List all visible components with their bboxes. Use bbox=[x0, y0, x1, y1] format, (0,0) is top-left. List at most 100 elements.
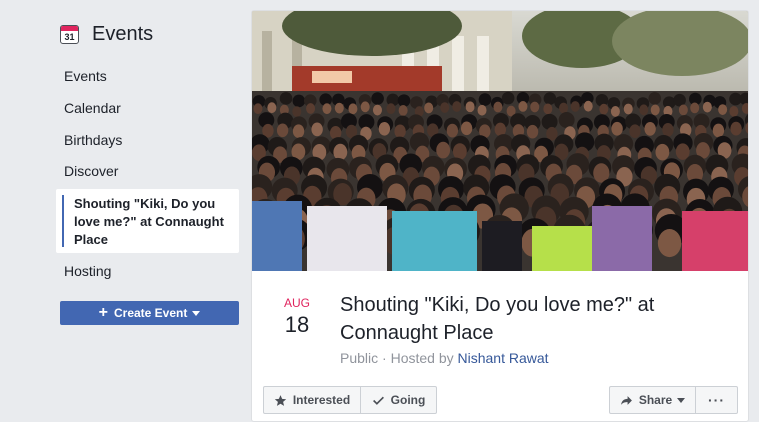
crowd-face bbox=[675, 143, 690, 160]
going-label: Going bbox=[390, 393, 426, 407]
crowd-face bbox=[306, 103, 316, 114]
event-title: Shouting "Kiki, Do you love me?" at Conn… bbox=[340, 294, 655, 344]
event-host-link[interactable]: Nishant Rawat bbox=[458, 350, 549, 366]
crowd-face bbox=[394, 124, 406, 139]
sidebar-title: Events bbox=[92, 22, 154, 45]
sidebar-item-discover[interactable]: Discover bbox=[64, 161, 118, 181]
event-meta: Public · Hosted by Nishant Rawat bbox=[340, 350, 549, 366]
share-label: Share bbox=[638, 393, 673, 407]
interested-button[interactable]: Interested bbox=[263, 386, 361, 414]
crowd-face bbox=[360, 101, 370, 113]
crowd-face bbox=[543, 103, 553, 115]
crowd-hair bbox=[397, 94, 411, 107]
event-cover-photo[interactable] bbox=[252, 11, 748, 271]
crowd-face bbox=[452, 101, 462, 112]
crowd-face bbox=[657, 229, 682, 258]
crowd-face bbox=[729, 105, 739, 117]
crowd-hair bbox=[558, 112, 575, 128]
crowd-face bbox=[629, 124, 641, 139]
crowd-face bbox=[493, 101, 503, 113]
chevron-down-icon bbox=[192, 310, 201, 316]
active-indicator bbox=[62, 195, 64, 247]
crowd-face bbox=[292, 106, 302, 118]
crowd-face bbox=[690, 102, 700, 114]
sidebar: 31 Events Events Calendar Birthdays Disc… bbox=[0, 0, 250, 422]
crowd-face bbox=[610, 106, 620, 117]
hosted-by-prefix: · Hosted by bbox=[378, 350, 458, 366]
more-icon: ··· bbox=[708, 392, 725, 408]
crowd-hair bbox=[541, 113, 558, 130]
crowd-face bbox=[465, 101, 475, 113]
crowd-face bbox=[530, 101, 540, 113]
event-privacy: Public bbox=[340, 350, 379, 366]
create-event-label: Create Event bbox=[113, 306, 188, 320]
crowd-face bbox=[460, 121, 473, 136]
sidebar-header: 31 Events bbox=[60, 22, 153, 46]
crowd-face bbox=[378, 121, 391, 136]
sidebar-item-active-event-label: Shouting "Kiki, Do you love me?" at Conn… bbox=[74, 196, 224, 247]
event-date-month: AUG bbox=[283, 296, 310, 310]
calendar-icon: 31 bbox=[60, 24, 79, 44]
crowd-face bbox=[477, 104, 487, 116]
crowd-face bbox=[611, 121, 623, 136]
crowd-face bbox=[267, 102, 277, 114]
more-options-button[interactable]: ··· bbox=[695, 386, 738, 414]
sidebar-item-active-event[interactable]: Shouting "Kiki, Do you love me?" at Conn… bbox=[56, 189, 239, 253]
interested-label: Interested bbox=[292, 393, 351, 407]
crowd-face bbox=[446, 123, 459, 138]
crowd-hair bbox=[478, 93, 492, 106]
chevron-down-icon bbox=[677, 397, 686, 403]
crowd-face bbox=[655, 143, 670, 161]
sidebar-item-birthdays[interactable]: Birthdays bbox=[64, 130, 122, 150]
share-button[interactable]: Share bbox=[609, 386, 696, 414]
crowd-face bbox=[730, 121, 742, 136]
star-icon bbox=[274, 394, 286, 406]
event-card: AUG 18 Shouting "Kiki, Do you love me?" … bbox=[251, 10, 749, 422]
sidebar-item-calendar[interactable]: Calendar bbox=[64, 98, 121, 118]
crowd-face bbox=[424, 102, 434, 114]
crowd-face bbox=[678, 104, 688, 116]
crowd-face bbox=[452, 143, 467, 160]
crowd-hair bbox=[371, 92, 384, 105]
crowd-face bbox=[440, 102, 450, 114]
crowd-face bbox=[583, 100, 593, 112]
sidebar-item-events[interactable]: Events bbox=[64, 66, 107, 86]
crowd-hair bbox=[501, 91, 515, 105]
crowd-face bbox=[334, 102, 344, 114]
crowd-face bbox=[348, 103, 358, 115]
plus-icon: + bbox=[98, 304, 108, 321]
crowd-face bbox=[702, 101, 712, 113]
crowd-hair bbox=[292, 94, 306, 108]
crowd-face bbox=[662, 123, 674, 137]
crowd-face bbox=[559, 102, 569, 114]
crowd-face bbox=[718, 104, 728, 115]
crowd-face bbox=[292, 124, 305, 139]
crowd-face bbox=[333, 143, 348, 161]
create-event-button[interactable]: + Create Event bbox=[60, 301, 239, 325]
crowd-face bbox=[518, 100, 528, 112]
crowd-face bbox=[644, 122, 656, 136]
crowd-face bbox=[322, 103, 332, 115]
sidebar-item-hosting[interactable]: Hosting bbox=[64, 261, 111, 281]
crowd-face bbox=[712, 123, 725, 138]
crowd-face bbox=[311, 122, 323, 137]
crowd-face bbox=[570, 101, 580, 112]
crowd-face bbox=[599, 103, 609, 115]
event-date-day: 18 bbox=[284, 312, 310, 337]
crowd-hair bbox=[648, 92, 662, 105]
crowd-face bbox=[526, 124, 539, 139]
share-arrow-icon bbox=[620, 395, 632, 405]
crowd-face bbox=[623, 103, 633, 115]
crowd-face bbox=[436, 141, 451, 159]
check-icon bbox=[372, 396, 384, 405]
crowd-face bbox=[372, 104, 382, 116]
crowd-face bbox=[398, 105, 408, 116]
crowd-hair bbox=[279, 92, 293, 105]
crowd-face bbox=[650, 104, 660, 116]
crowd-face bbox=[386, 103, 396, 115]
crowd-face bbox=[639, 104, 649, 116]
cover-photo-illustration bbox=[252, 11, 748, 271]
crowd-face bbox=[276, 123, 289, 138]
going-button[interactable]: Going bbox=[360, 386, 437, 414]
crowd-hair bbox=[543, 92, 557, 105]
